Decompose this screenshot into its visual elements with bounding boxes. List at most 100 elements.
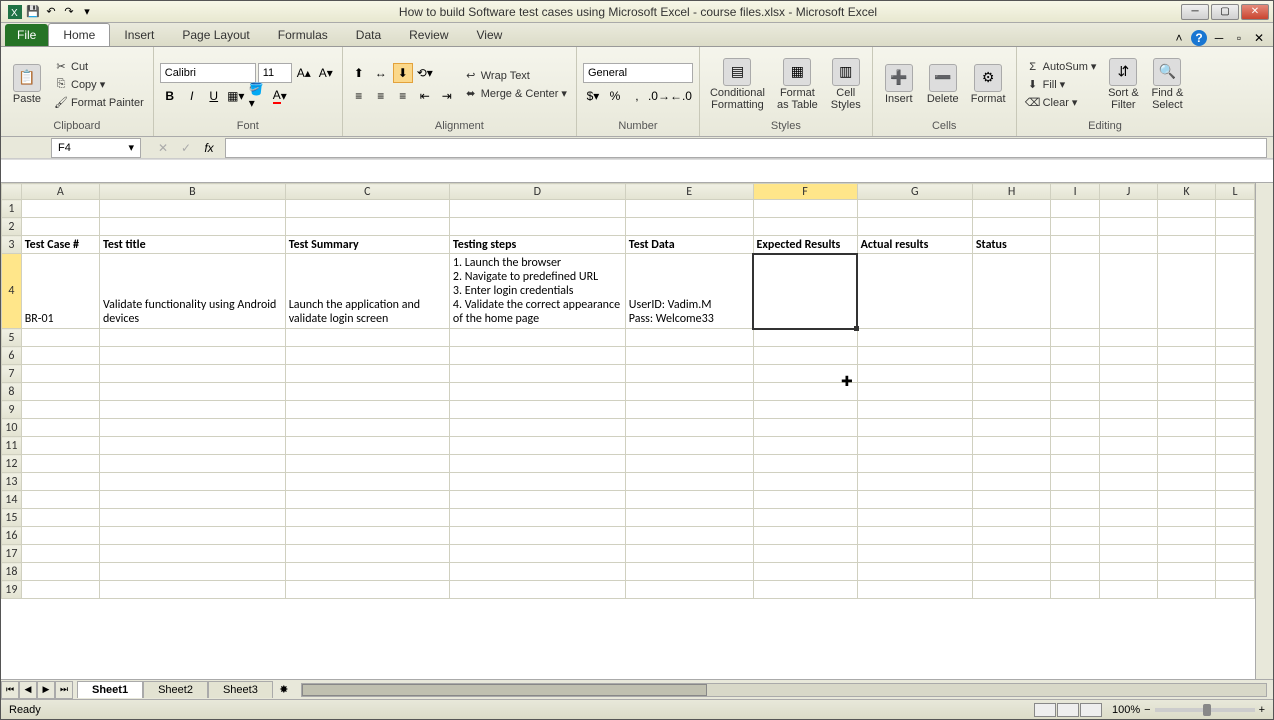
cell-D3[interactable]: Testing steps	[449, 236, 625, 254]
cell-J4[interactable]	[1099, 254, 1157, 329]
cell-H9[interactable]	[972, 401, 1051, 419]
column-header-J[interactable]: J	[1099, 184, 1157, 200]
cell-C15[interactable]	[285, 509, 449, 527]
insert-tab[interactable]: Insert	[110, 24, 168, 46]
cell-A10[interactable]	[21, 419, 99, 437]
cell-I8[interactable]	[1051, 383, 1099, 401]
row-header-13[interactable]: 13	[2, 473, 22, 491]
cell-I18[interactable]	[1051, 563, 1099, 581]
cell-I3[interactable]	[1051, 236, 1099, 254]
cell-A15[interactable]	[21, 509, 99, 527]
cell-E13[interactable]	[625, 473, 753, 491]
cell-L8[interactable]	[1216, 383, 1255, 401]
cell-A14[interactable]	[21, 491, 99, 509]
cell-F15[interactable]	[753, 509, 857, 527]
cell-L13[interactable]	[1216, 473, 1255, 491]
cell-L6[interactable]	[1216, 347, 1255, 365]
cell-H7[interactable]	[972, 365, 1051, 383]
cell-L10[interactable]	[1216, 419, 1255, 437]
cell-C19[interactable]	[285, 581, 449, 599]
cell-A8[interactable]	[21, 383, 99, 401]
column-header-C[interactable]: C	[285, 184, 449, 200]
cell-D10[interactable]	[449, 419, 625, 437]
cell-I12[interactable]	[1051, 455, 1099, 473]
cell-L19[interactable]	[1216, 581, 1255, 599]
align-right-icon[interactable]: ≡	[393, 86, 413, 106]
sort-filter-button[interactable]: ⇵Sort & Filter	[1103, 56, 1143, 113]
sheet-tab-sheet2[interactable]: Sheet2	[143, 681, 208, 698]
cell-K5[interactable]	[1157, 329, 1215, 347]
format-painter-button[interactable]: 🖌Format Painter	[51, 95, 147, 111]
font-size-select[interactable]	[258, 63, 292, 83]
prev-sheet-button[interactable]: ◀	[19, 681, 37, 699]
cell-G16[interactable]	[857, 527, 972, 545]
format-cells-button[interactable]: ⚙Format	[967, 62, 1010, 107]
zoom-out-button[interactable]: −	[1144, 704, 1150, 716]
cell-J7[interactable]	[1099, 365, 1157, 383]
cell-D12[interactable]	[449, 455, 625, 473]
fill-color-button[interactable]: 🪣▾	[248, 86, 268, 106]
save-icon[interactable]: 💾	[25, 4, 41, 20]
cell-A16[interactable]	[21, 527, 99, 545]
cell-J13[interactable]	[1099, 473, 1157, 491]
enter-formula-icon[interactable]: ✓	[176, 138, 196, 158]
delete-cells-button[interactable]: ➖Delete	[923, 62, 963, 107]
cell-A11[interactable]	[21, 437, 99, 455]
cell-H10[interactable]	[972, 419, 1051, 437]
cell-G19[interactable]	[857, 581, 972, 599]
cell-K10[interactable]	[1157, 419, 1215, 437]
row-header-5[interactable]: 5	[2, 329, 22, 347]
wrap-text-button[interactable]: ↩Wrap Text	[461, 68, 570, 84]
formula-input[interactable]	[225, 138, 1267, 158]
cell-C11[interactable]	[285, 437, 449, 455]
file-tab[interactable]: File	[5, 24, 48, 46]
cell-C16[interactable]	[285, 527, 449, 545]
cell-I14[interactable]	[1051, 491, 1099, 509]
row-header-14[interactable]: 14	[2, 491, 22, 509]
redo-icon[interactable]: ↷	[61, 4, 77, 20]
cell-B10[interactable]	[99, 419, 285, 437]
row-header-12[interactable]: 12	[2, 455, 22, 473]
cell-H13[interactable]	[972, 473, 1051, 491]
row-header-15[interactable]: 15	[2, 509, 22, 527]
page-layout-tab[interactable]: Page Layout	[168, 24, 263, 46]
cell-D13[interactable]	[449, 473, 625, 491]
cell-H19[interactable]	[972, 581, 1051, 599]
cell-F13[interactable]	[753, 473, 857, 491]
cell-D8[interactable]	[449, 383, 625, 401]
conditional-formatting-button[interactable]: ▤Conditional Formatting	[706, 56, 769, 113]
cell-L7[interactable]	[1216, 365, 1255, 383]
cell-J12[interactable]	[1099, 455, 1157, 473]
cell-K9[interactable]	[1157, 401, 1215, 419]
cell-E5[interactable]	[625, 329, 753, 347]
workbook-restore-icon[interactable]: ▫	[1231, 30, 1247, 46]
cell-L9[interactable]	[1216, 401, 1255, 419]
cell-K11[interactable]	[1157, 437, 1215, 455]
cell-D17[interactable]	[449, 545, 625, 563]
cell-E1[interactable]	[625, 200, 753, 218]
align-middle-icon[interactable]: ↔	[371, 63, 391, 83]
cell-C12[interactable]	[285, 455, 449, 473]
cell-B8[interactable]	[99, 383, 285, 401]
cell-D4[interactable]: 1. Launch the browser2. Navigate to pred…	[449, 254, 625, 329]
cell-B15[interactable]	[99, 509, 285, 527]
close-button[interactable]: ✕	[1241, 4, 1269, 20]
cell-J18[interactable]	[1099, 563, 1157, 581]
increase-font-icon[interactable]: A▴	[294, 63, 314, 83]
row-header-9[interactable]: 9	[2, 401, 22, 419]
row-header-1[interactable]: 1	[2, 200, 22, 218]
cell-I16[interactable]	[1051, 527, 1099, 545]
bold-button[interactable]: B	[160, 86, 180, 106]
cell-E14[interactable]	[625, 491, 753, 509]
cell-F4[interactable]	[753, 254, 857, 329]
cell-D9[interactable]	[449, 401, 625, 419]
cell-D19[interactable]	[449, 581, 625, 599]
help-icon[interactable]: ?	[1191, 30, 1207, 46]
cell-A13[interactable]	[21, 473, 99, 491]
fill-button[interactable]: ⬇Fill ▾	[1023, 77, 1100, 93]
cell-D18[interactable]	[449, 563, 625, 581]
column-header-K[interactable]: K	[1157, 184, 1215, 200]
cell-J15[interactable]	[1099, 509, 1157, 527]
decrease-indent-icon[interactable]: ⇤	[415, 86, 435, 106]
cell-G11[interactable]	[857, 437, 972, 455]
